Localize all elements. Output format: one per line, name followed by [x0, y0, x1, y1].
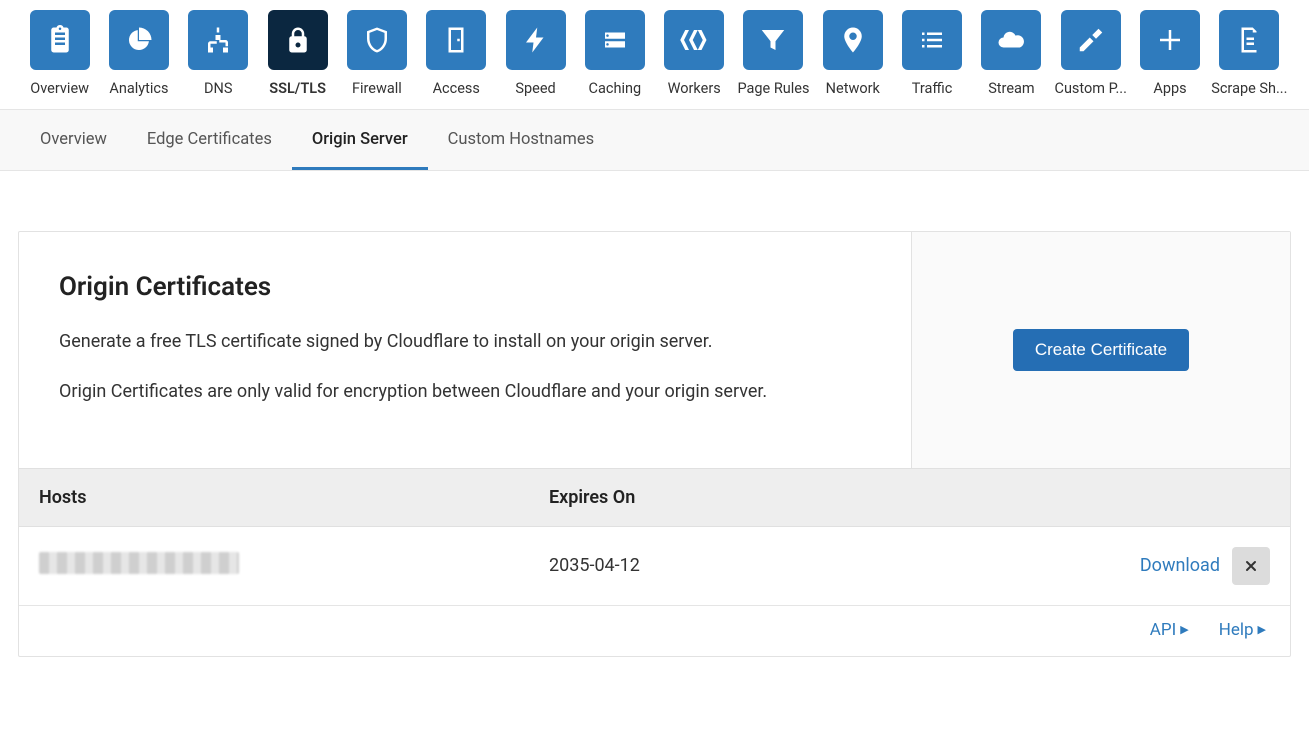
nav-network[interactable]: Network: [813, 10, 892, 109]
subnav-edge-certificates[interactable]: Edge Certificates: [127, 110, 292, 170]
nav-analytics[interactable]: Analytics: [99, 10, 178, 109]
nav-ssl-tls[interactable]: SSL/TLS: [258, 10, 337, 109]
nav-stream[interactable]: Stream: [972, 10, 1051, 109]
list-icon: [902, 10, 962, 70]
lock-icon: [268, 10, 328, 70]
nav-label: DNS: [204, 80, 232, 97]
nav-label: Analytics: [109, 80, 168, 97]
nav-label: Caching: [589, 80, 642, 97]
cell-expires: 2035-04-12: [549, 555, 1090, 576]
section-desc-1: Generate a free TLS certificate signed b…: [59, 328, 871, 356]
workers-icon: [664, 10, 724, 70]
section-desc-2: Origin Certificates are only valid for e…: [59, 378, 871, 406]
nav-label: Network: [826, 80, 880, 97]
cloud-icon: [981, 10, 1041, 70]
certificates-table: Hosts Expires On 2035-04-12 Download: [19, 468, 1290, 606]
network-icon: [188, 10, 248, 70]
card-footer: API ▶ Help ▶: [19, 606, 1290, 656]
nav-label: Scrape Sh...: [1211, 80, 1287, 97]
col-header-hosts: Hosts: [39, 487, 549, 508]
nav-speed[interactable]: Speed: [496, 10, 575, 109]
sub-nav: Overview Edge Certificates Origin Server…: [0, 110, 1309, 171]
subnav-overview[interactable]: Overview: [20, 110, 127, 170]
redacted-host: [39, 552, 239, 574]
caret-right-icon: ▶: [1258, 623, 1266, 636]
nav-label: Traffic: [912, 80, 953, 97]
nav-caching[interactable]: Caching: [575, 10, 654, 109]
nav-label: Stream: [988, 80, 1034, 97]
nav-scrape-shield[interactable]: Scrape Sh...: [1210, 10, 1289, 109]
nav-label: Overview: [30, 80, 89, 97]
nav-label: Speed: [515, 80, 555, 97]
subnav-origin-server[interactable]: Origin Server: [292, 110, 428, 170]
shield-icon: [347, 10, 407, 70]
table-row: 2035-04-12 Download: [19, 527, 1290, 606]
document-icon: [1219, 10, 1279, 70]
help-link-label: Help: [1219, 620, 1254, 640]
wrench-icon: [1061, 10, 1121, 70]
drive-icon: [585, 10, 645, 70]
nav-label: SSL/TLS: [269, 80, 326, 97]
bolt-icon: [506, 10, 566, 70]
api-link-label: API: [1150, 620, 1176, 640]
plus-icon: [1140, 10, 1200, 70]
pin-icon: [823, 10, 883, 70]
funnel-icon: [743, 10, 803, 70]
nav-access[interactable]: Access: [417, 10, 496, 109]
subnav-custom-hostnames[interactable]: Custom Hostnames: [428, 110, 614, 170]
nav-traffic[interactable]: Traffic: [892, 10, 971, 109]
download-link[interactable]: Download: [1140, 555, 1220, 576]
nav-dns[interactable]: DNS: [179, 10, 258, 109]
origin-certificates-card: Origin Certificates Generate a free TLS …: [18, 231, 1291, 657]
col-header-expires: Expires On: [549, 487, 1270, 508]
cell-hosts: [39, 552, 549, 579]
nav-label: Access: [433, 80, 480, 97]
caret-right-icon: ▶: [1180, 623, 1188, 636]
top-nav: Overview Analytics DNS SSL/TLS Firewall …: [0, 0, 1309, 110]
piechart-icon: [109, 10, 169, 70]
nav-custom-pages[interactable]: Custom P...: [1051, 10, 1130, 109]
help-link[interactable]: Help ▶: [1219, 620, 1266, 640]
door-icon: [426, 10, 486, 70]
nav-label: Apps: [1153, 80, 1186, 97]
table-header: Hosts Expires On: [19, 468, 1290, 527]
close-icon: [1243, 558, 1259, 574]
nav-label: Custom P...: [1055, 80, 1127, 97]
clipboard-icon: [30, 10, 90, 70]
delete-button[interactable]: [1232, 547, 1270, 585]
section-title: Origin Certificates: [59, 272, 871, 302]
nav-page-rules[interactable]: Page Rules: [734, 10, 813, 109]
nav-workers[interactable]: Workers: [655, 10, 734, 109]
content: Origin Certificates Generate a free TLS …: [0, 171, 1309, 675]
nav-label: Page Rules: [737, 80, 809, 97]
nav-label: Firewall: [352, 80, 402, 97]
nav-label: Workers: [668, 80, 721, 97]
nav-overview[interactable]: Overview: [20, 10, 99, 109]
nav-firewall[interactable]: Firewall: [337, 10, 416, 109]
nav-apps[interactable]: Apps: [1130, 10, 1209, 109]
create-certificate-button[interactable]: Create Certificate: [1013, 329, 1189, 371]
api-link[interactable]: API ▶: [1150, 620, 1189, 640]
